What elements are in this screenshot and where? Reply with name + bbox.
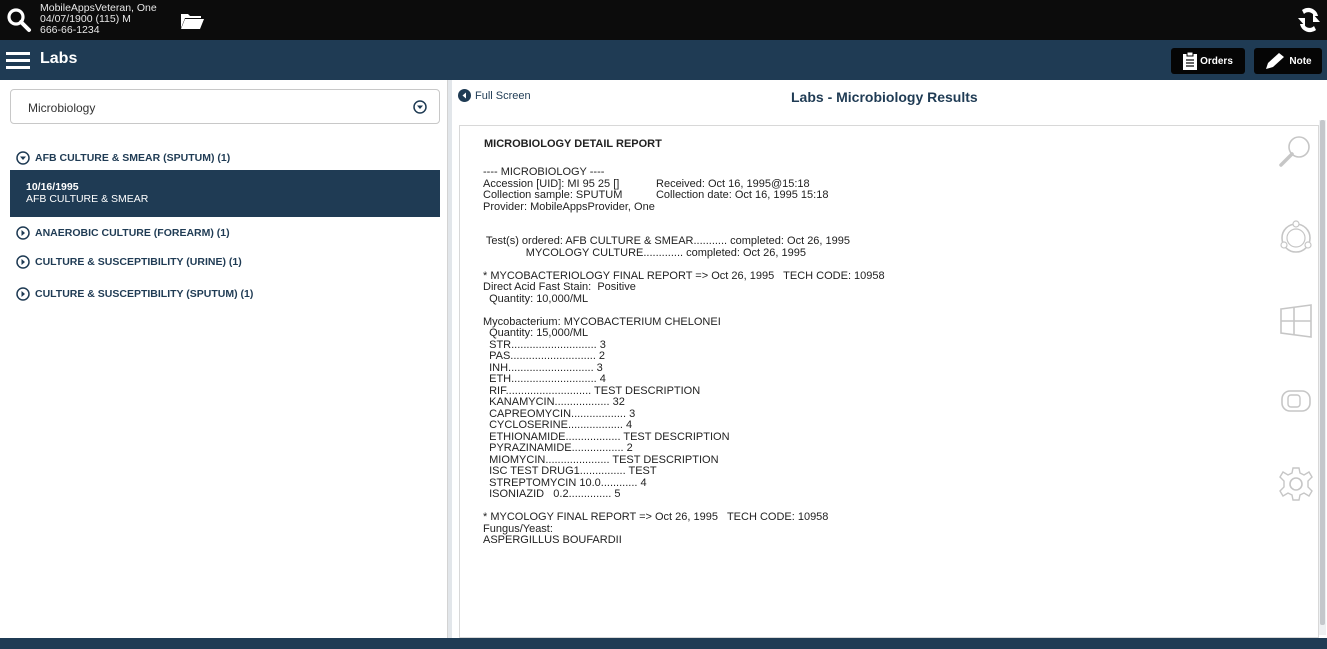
report-viewer[interactable]: MICROBIOLOGY DETAIL REPORT ---- MICROBIO… bbox=[459, 125, 1319, 638]
chevron-down-icon bbox=[16, 151, 30, 165]
gear-icon[interactable] bbox=[1278, 466, 1314, 502]
group-label: AFB CULTURE & SMEAR (SPUTUM) (1) bbox=[35, 152, 231, 164]
full-screen-label: Full Screen bbox=[475, 89, 531, 102]
title-bar: Labs Orders Note bbox=[0, 40, 1327, 80]
sync-icon[interactable] bbox=[1296, 6, 1322, 34]
full-screen-button[interactable]: Full Screen bbox=[458, 89, 531, 102]
bottom-bar bbox=[0, 638, 1327, 649]
search-icon[interactable] bbox=[6, 7, 32, 33]
magnifier-icon[interactable] bbox=[1278, 133, 1314, 169]
page-title: Labs bbox=[40, 50, 78, 67]
result-name: AFB CULTURE & SMEAR bbox=[26, 193, 149, 205]
pencil-icon bbox=[1266, 53, 1285, 69]
clipboard-icon bbox=[1183, 52, 1198, 70]
note-button[interactable]: Note bbox=[1254, 48, 1322, 74]
group-culture-susceptibility-sputum[interactable]: CULTURE & SUSCEPTIBILITY (SPUTUM) (1) bbox=[16, 284, 253, 304]
orders-button[interactable]: Orders bbox=[1171, 48, 1245, 74]
lab-type-value: Microbiology bbox=[28, 101, 96, 115]
group-label: ANAEROBIC CULTURE (FOREARM) (1) bbox=[35, 227, 230, 239]
chevron-right-icon bbox=[16, 287, 30, 301]
circle-ring-icon[interactable] bbox=[1278, 220, 1314, 256]
group-culture-susceptibility-urine[interactable]: CULTURE & SUSCEPTIBILITY (URINE) (1) bbox=[16, 252, 242, 272]
report-scrollbar[interactable] bbox=[1319, 120, 1326, 635]
chevron-left-circle-icon bbox=[458, 89, 471, 102]
lab-type-select[interactable]: Microbiology bbox=[10, 89, 440, 124]
results-title: Labs - Microbiology Results bbox=[791, 89, 978, 105]
patient-bar: MobileAppsVeteran, One 04/07/1900 (115) … bbox=[0, 0, 1327, 40]
chevron-right-icon bbox=[16, 226, 30, 240]
lab-result-item-selected[interactable]: 10/16/1995 AFB CULTURE & SMEAR bbox=[10, 170, 440, 217]
group-afb-culture-sputum[interactable]: AFB CULTURE & SMEAR (SPUTUM) (1) bbox=[16, 148, 230, 168]
hamburger-menu-icon[interactable] bbox=[6, 52, 30, 69]
windows-icon[interactable] bbox=[1278, 303, 1314, 339]
device-icon[interactable] bbox=[1278, 383, 1314, 419]
group-anaerobic-culture-forearm[interactable]: ANAEROBIC CULTURE (FOREARM) (1) bbox=[16, 223, 230, 243]
result-date: 10/16/1995 bbox=[26, 181, 79, 193]
chevron-right-icon bbox=[16, 255, 30, 269]
folder-icon[interactable] bbox=[180, 11, 204, 30]
patient-info[interactable]: MobileAppsVeteran, One 04/07/1900 (115) … bbox=[40, 3, 157, 36]
group-label: CULTURE & SUSCEPTIBILITY (SPUTUM) (1) bbox=[35, 288, 254, 300]
orders-label: Orders bbox=[1200, 55, 1233, 67]
results-panel: Full Screen Labs - Microbiology Results … bbox=[452, 80, 1327, 638]
chevron-down-icon bbox=[413, 100, 427, 114]
patient-ssn: 666-66-1234 bbox=[40, 24, 100, 36]
scrollbar-thumb[interactable] bbox=[1320, 120, 1325, 625]
group-label: CULTURE & SUSCEPTIBILITY (URINE) (1) bbox=[35, 256, 242, 268]
note-label: Note bbox=[1289, 55, 1312, 67]
report-heading: MICROBIOLOGY DETAIL REPORT bbox=[484, 138, 662, 150]
report-body: ---- MICROBIOLOGY ---- Accession [UID]: … bbox=[483, 166, 885, 546]
lab-list-panel: Microbiology AFB CULTURE & SMEAR (SPUTUM… bbox=[0, 80, 447, 638]
